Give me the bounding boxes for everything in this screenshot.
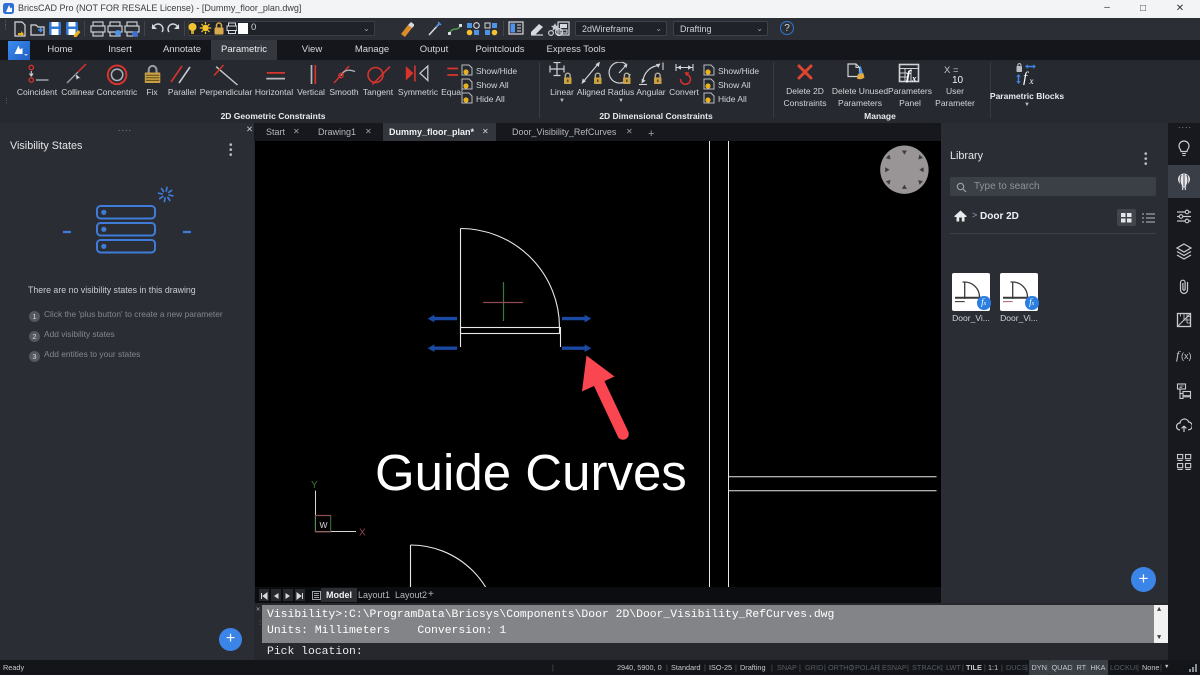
svg-text:x: x <box>911 74 917 84</box>
svg-text:Y: Y <box>311 480 318 491</box>
svg-text:W: W <box>320 520 328 530</box>
svg-text:f: f <box>1023 70 1029 85</box>
svg-text:x: x <box>1029 76 1034 85</box>
svg-text:X: X <box>359 528 366 539</box>
svg-text:10: 10 <box>952 75 964 83</box>
svg-text:Guide Curves: Guide Curves <box>375 444 687 501</box>
svg-text:(x): (x) <box>1181 351 1192 361</box>
